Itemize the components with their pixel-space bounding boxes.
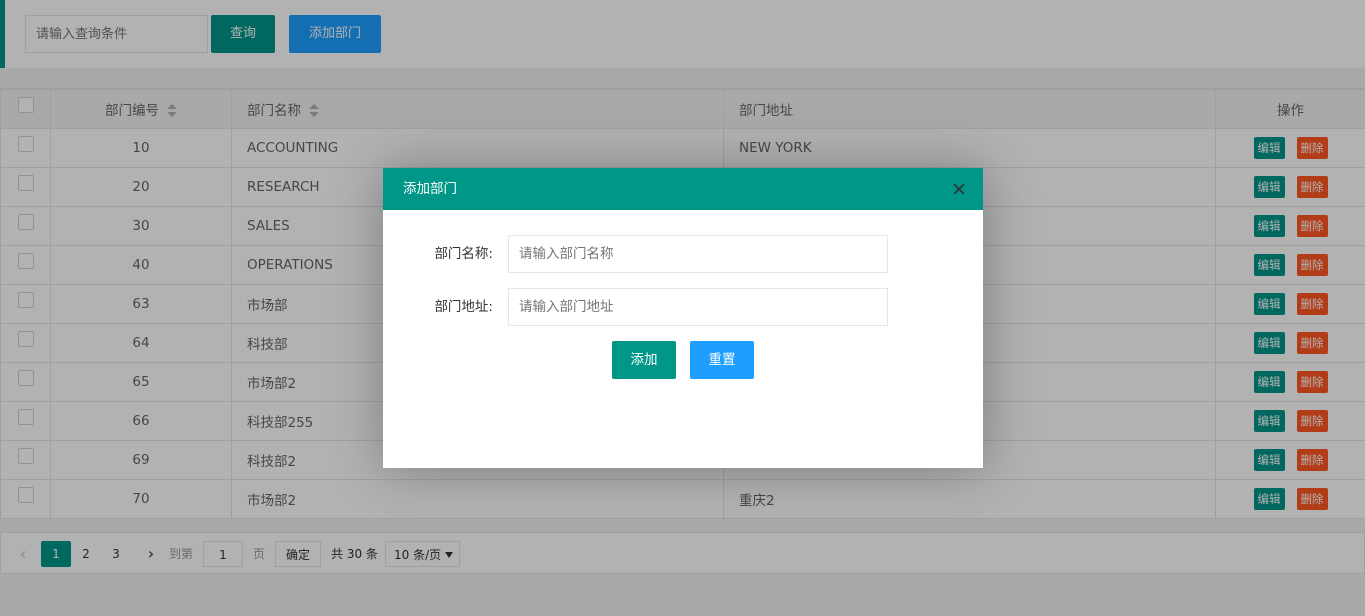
form-row-name: 部门名称: (383, 235, 983, 273)
name-label: 部门名称: (434, 246, 493, 262)
add-department-dialog: 添加部门 部门名称: 部门地址: 添加 重置 (383, 168, 983, 468)
dialog-title: 添加部门 (403, 181, 457, 197)
dialog-header: 添加部门 (383, 168, 983, 210)
department-address-input[interactable] (508, 288, 888, 326)
dialog-add-button[interactable]: 添加 (612, 341, 676, 379)
address-label: 部门地址: (434, 299, 493, 315)
department-name-input[interactable] (508, 235, 888, 273)
dialog-reset-button[interactable]: 重置 (690, 341, 754, 379)
form-row-address: 部门地址: (383, 288, 983, 326)
close-icon[interactable] (951, 181, 967, 197)
